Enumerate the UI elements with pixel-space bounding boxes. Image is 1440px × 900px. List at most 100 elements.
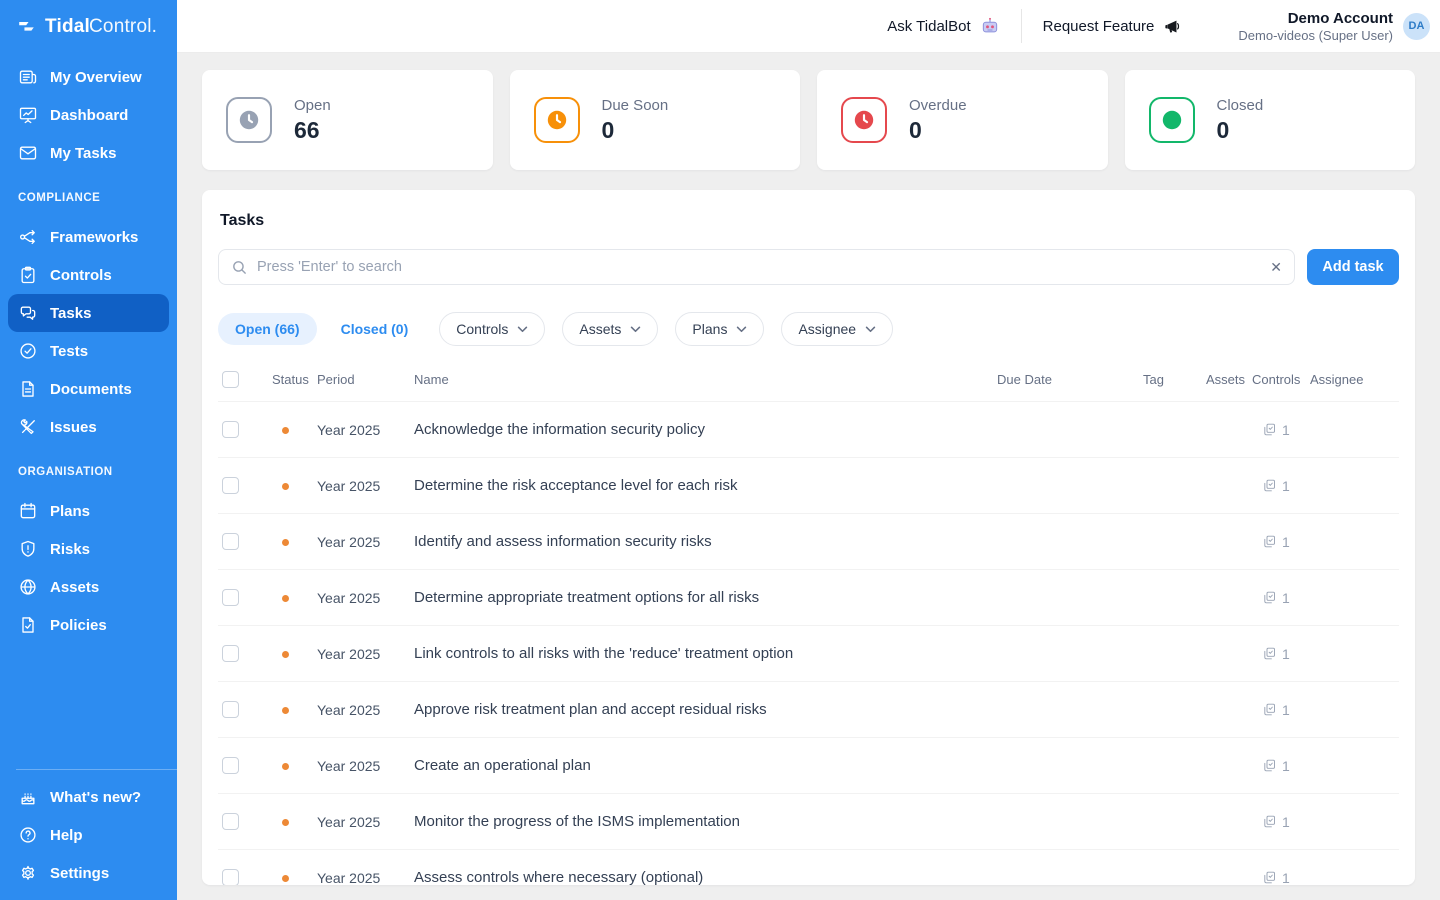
sidebar-item-documents[interactable]: Documents [8,370,169,408]
sidebar-item-my-overview[interactable]: My Overview [8,58,169,96]
megaphone-icon [1163,17,1182,36]
column-controls: Controls [1252,372,1310,387]
task-period: Year 2025 [297,422,394,438]
sidebar-item-frameworks[interactable]: Frameworks [8,218,169,256]
brand-name-light: Control. [89,16,157,37]
envelope-icon [18,143,38,163]
add-task-button[interactable]: Add task [1307,249,1399,285]
sidebar-item-policies[interactable]: Policies [8,606,169,644]
sidebar-item-risks[interactable]: Risks [8,530,169,568]
filter-row: Open (66) Closed (0) Controls Assets Pla… [218,312,1399,346]
document-icon [18,379,38,399]
robot-icon [980,16,1000,36]
overdue-clock-icon [841,97,887,143]
table-row[interactable]: Year 2025 Create an operational plan 1 [218,737,1399,793]
task-name[interactable]: Acknowledge the information security pol… [394,421,997,438]
row-checkbox[interactable] [222,421,239,438]
filter-plans-dropdown[interactable]: Plans [675,312,764,346]
closed-circle-icon [1149,97,1195,143]
clear-search-icon[interactable]: ✕ [1270,260,1282,274]
status-dot [282,427,289,434]
sidebar-item-tests[interactable]: Tests [8,332,169,370]
sidebar-item-my-tasks[interactable]: My Tasks [8,134,169,172]
search-input[interactable] [257,259,1261,275]
account-menu[interactable]: Demo Account Demo-videos (Super User) DA [1238,9,1430,44]
sidebar-item-settings[interactable]: Settings [8,854,169,892]
row-checkbox[interactable] [222,813,239,830]
controls-copy-icon [1262,534,1277,549]
sidebar-item-controls[interactable]: Controls [8,256,169,294]
row-checkbox[interactable] [222,533,239,550]
task-name[interactable]: Approve risk treatment plan and accept r… [394,701,997,718]
sidebar-item-issues[interactable]: Issues [8,408,169,446]
row-checkbox[interactable] [222,645,239,662]
stat-value: 0 [1217,117,1264,144]
filter-assets-dropdown[interactable]: Assets [562,312,658,346]
task-name[interactable]: Link controls to all risks with the 'red… [394,645,997,662]
chat-bubbles-icon [18,303,38,323]
task-name[interactable]: Determine appropriate treatment options … [394,589,997,606]
filter-assignee-dropdown[interactable]: Assignee [781,312,893,346]
stat-card-open[interactable]: Open 66 [202,70,493,170]
sidebar-item-label: Settings [50,865,109,882]
sidebar-item-plans[interactable]: Plans [8,492,169,530]
sidebar-item-whats-new[interactable]: What's new? [8,778,169,816]
brand-logo[interactable]: TidalControl. [0,0,177,53]
row-checkbox[interactable] [222,477,239,494]
table-row[interactable]: Year 2025 Link controls to all risks wit… [218,625,1399,681]
request-feature-button[interactable]: Request Feature [1043,17,1183,36]
search-box[interactable]: ✕ [218,249,1295,285]
topbar-divider [1021,9,1022,43]
sidebar-item-label: Documents [50,381,132,398]
column-status: Status [252,372,297,387]
sidebar-item-label: Assets [50,579,99,596]
table-row[interactable]: Year 2025 Monitor the progress of the IS… [218,793,1399,849]
stat-card-closed[interactable]: Closed 0 [1125,70,1416,170]
column-tag: Tag [1143,372,1206,387]
controls-count: 1 [1282,646,1290,662]
status-dot [282,651,289,658]
table-row[interactable]: Year 2025 Identify and assess informatio… [218,513,1399,569]
table-row[interactable]: Year 2025 Determine the risk acceptance … [218,457,1399,513]
stat-value: 0 [602,117,669,144]
controls-count: 1 [1282,870,1290,886]
tab-closed[interactable]: Closed (0) [327,313,423,345]
task-period: Year 2025 [297,646,394,662]
row-checkbox[interactable] [222,869,239,885]
open-clock-icon [226,97,272,143]
table-row[interactable]: Year 2025 Approve risk treatment plan an… [218,681,1399,737]
status-dot [282,595,289,602]
row-checkbox[interactable] [222,701,239,718]
task-name[interactable]: Monitor the progress of the ISMS impleme… [394,813,997,830]
table-row[interactable]: Year 2025 Assess controls where necessar… [218,849,1399,885]
row-checkbox[interactable] [222,589,239,606]
sidebar-item-assets[interactable]: Assets [8,568,169,606]
task-name[interactable]: Identify and assess information security… [394,533,997,550]
sidebar-item-label: Tests [50,343,88,360]
select-all-checkbox[interactable] [222,371,239,388]
sidebar-item-label: Controls [50,267,112,284]
table-row[interactable]: Year 2025 Acknowledge the information se… [218,401,1399,457]
sidebar-item-dashboard[interactable]: Dashboard [8,96,169,134]
task-name[interactable]: Determine the risk acceptance level for … [394,477,997,494]
stat-card-due-soon[interactable]: Due Soon 0 [510,70,801,170]
tab-open[interactable]: Open (66) [218,313,317,345]
chevron-down-icon [517,326,528,333]
status-dot [282,875,289,882]
row-checkbox[interactable] [222,757,239,774]
ask-tidalbot-button[interactable]: Ask TidalBot [887,16,999,36]
globe-icon [18,577,38,597]
sidebar-item-tasks[interactable]: Tasks [8,294,169,332]
chevron-down-icon [630,326,641,333]
task-name[interactable]: Assess controls where necessary (optiona… [394,869,997,885]
sidebar-item-help[interactable]: Help [8,816,169,854]
shield-exclamation-icon [18,539,38,559]
table-row[interactable]: Year 2025 Determine appropriate treatmen… [218,569,1399,625]
filter-controls-dropdown[interactable]: Controls [439,312,545,346]
controls-copy-icon [1262,646,1277,661]
stat-card-overdue[interactable]: Overdue 0 [817,70,1108,170]
avatar[interactable]: DA [1403,13,1430,40]
status-dot [282,707,289,714]
task-name[interactable]: Create an operational plan [394,757,997,774]
stats-row: Open 66 Due Soon 0 Overdue 0 [202,70,1415,170]
